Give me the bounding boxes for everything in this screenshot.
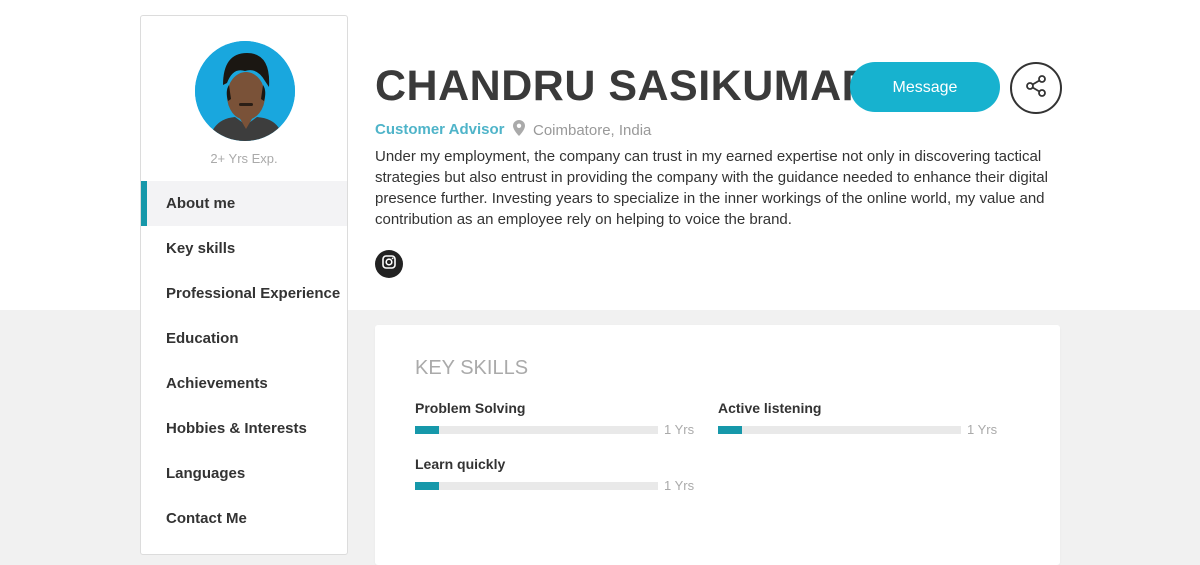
key-skills-title: KEY SKILLS: [415, 357, 529, 379]
skill-progress-bar: [718, 425, 961, 434]
message-button[interactable]: Message: [850, 62, 1000, 112]
avatar: [195, 41, 295, 141]
skill-years: 1 Yrs: [664, 422, 695, 437]
instagram-link[interactable]: [375, 250, 403, 278]
nav-item-professional-experience[interactable]: Professional Experience: [141, 271, 347, 316]
skill-years: 1 Yrs: [664, 478, 695, 493]
location-label: Coimbatore, India: [533, 121, 652, 139]
location-pin-icon: [513, 120, 525, 140]
share-button[interactable]: [1010, 62, 1062, 114]
profile-bio: Under my employment, the company can tru…: [375, 148, 1048, 228]
share-icon: [1024, 74, 1048, 103]
nav-item-key-skills[interactable]: Key skills: [141, 226, 347, 271]
nav-item-education[interactable]: Education: [141, 316, 347, 361]
skill-name: Learn quickly: [415, 456, 506, 472]
nav-item-languages[interactable]: Languages: [141, 451, 347, 496]
skill-item: Problem Solving 1 Yrs: [415, 400, 695, 437]
skill-name: Problem Solving: [415, 400, 526, 416]
skill-name: Active listening: [718, 400, 822, 416]
nav-item-achievements[interactable]: Achievements: [141, 361, 347, 406]
skill-progress-fill: [718, 425, 743, 434]
skill-item: Learn quickly 1 Yrs: [415, 456, 695, 493]
nav-item-hobbies[interactable]: Hobbies & Interests: [141, 406, 347, 451]
skill-progress-bar: [415, 481, 658, 490]
skill-progress-fill: [415, 425, 440, 434]
profile-name: CHANDRU SASIKUMAR: [375, 62, 874, 110]
skill-years: 1 Yrs: [967, 422, 998, 437]
nav-item-contact-me[interactable]: Contact Me: [141, 496, 347, 541]
skill-progress-fill: [415, 481, 440, 490]
experience-label: 2+ Yrs Exp.: [210, 151, 278, 166]
nav-item-about-me[interactable]: About me: [141, 181, 347, 226]
key-skills-card: KEY SKILLS Problem Solving 1 Yrs Active …: [375, 325, 1060, 565]
profile-sidebar: 2+ Yrs Exp. About me Key skills Professi…: [140, 15, 348, 555]
job-title: Customer Advisor: [375, 121, 505, 138]
sidebar-nav: About me Key skills Professional Experie…: [141, 181, 347, 541]
instagram-icon: [382, 254, 396, 274]
skill-item: Active listening 1 Yrs: [718, 400, 998, 437]
skill-progress-bar: [415, 425, 658, 434]
location: Coimbatore, India: [513, 120, 651, 140]
